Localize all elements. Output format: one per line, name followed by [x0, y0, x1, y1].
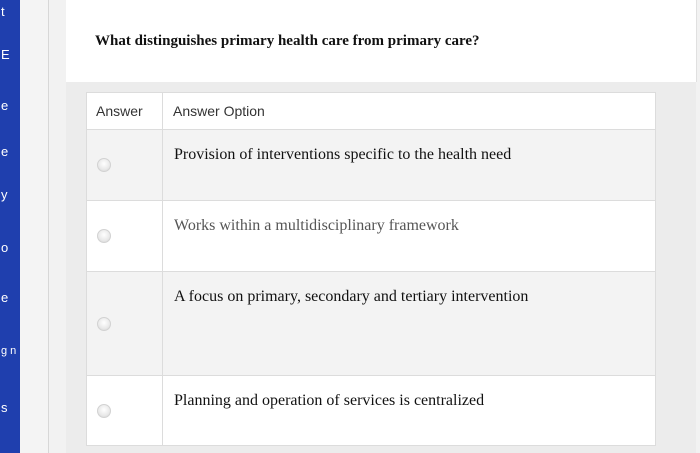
radio-cell [86, 375, 163, 446]
table-row[interactable]: Works within a multidisciplinary framewo… [86, 200, 656, 272]
sidebar-item-4[interactable]: e [0, 142, 21, 162]
sidebar-item-5[interactable]: y [0, 185, 21, 205]
answer-radio-1[interactable] [97, 158, 111, 172]
column-header-answer-option: Answer Option [162, 92, 656, 130]
answer-radio-2[interactable] [97, 229, 111, 243]
divider [48, 0, 49, 453]
answers-panel: Answer Answer Option Provision of interv… [66, 82, 696, 453]
sidebar-item-8[interactable]: g n [0, 346, 21, 366]
table-row[interactable]: Planning and operation of services is ce… [86, 375, 656, 446]
sidebar-item-6[interactable]: o [0, 238, 21, 258]
answer-option-3[interactable]: A focus on primary, secondary and tertia… [162, 271, 656, 376]
radio-cell [86, 129, 163, 201]
table-row[interactable]: Provision of interventions specific to t… [86, 129, 656, 201]
answer-radio-4[interactable] [97, 403, 111, 418]
sidebar-item-7[interactable]: e [0, 288, 21, 308]
answers-table: Answer Answer Option Provision of interv… [86, 92, 656, 446]
question-panel: What distinguishes primary health care f… [66, 0, 697, 82]
sidebar-item-9[interactable]: s [0, 398, 21, 418]
answer-radio-3[interactable] [97, 316, 111, 331]
answer-option-2[interactable]: Works within a multidisciplinary framewo… [162, 200, 656, 272]
sidebar-item-2[interactable]: E [0, 45, 21, 65]
answer-option-1[interactable]: Provision of interventions specific to t… [162, 129, 656, 201]
radio-cell [86, 200, 163, 272]
sidebar-item-1[interactable]: t [0, 2, 21, 22]
radio-cell [86, 271, 163, 376]
answer-option-4[interactable]: Planning and operation of services is ce… [162, 375, 656, 446]
left-nav-sidebar: t E e e y o e g n s [0, 0, 20, 453]
content-gutter [20, 0, 48, 453]
question-text: What distinguishes primary health care f… [95, 33, 480, 49]
table-header-row: Answer Answer Option [86, 92, 656, 130]
sidebar-item-3[interactable]: e [0, 96, 21, 116]
table-row[interactable]: A focus on primary, secondary and tertia… [86, 271, 656, 376]
column-header-answer: Answer [86, 92, 163, 130]
